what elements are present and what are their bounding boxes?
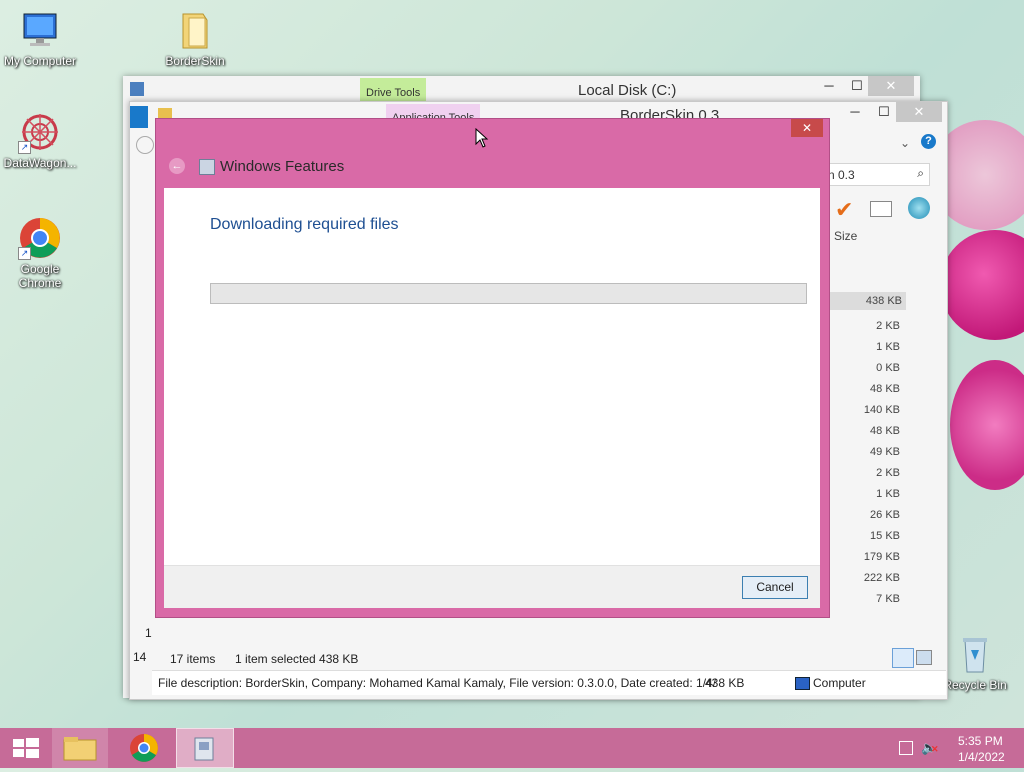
size-cell: 1 KB <box>876 341 900 353</box>
computer-icon <box>18 8 62 52</box>
desktop-icon-datawagon[interactable]: ↗ DataWagon... <box>0 110 80 170</box>
size-cell: 26 KB <box>870 509 900 521</box>
dialog-footer: Cancel <box>164 565 820 608</box>
ribbon-expand-icon[interactable]: ⌄ <box>900 136 910 150</box>
back-arrow-icon[interactable]: ← <box>169 158 185 174</box>
thumbnail-view-icon[interactable] <box>916 650 932 665</box>
status-item-count: 17 items <box>170 652 216 666</box>
nav-pane-number: 1 <box>145 626 152 640</box>
size-cell: 179 KB <box>863 551 900 563</box>
help-icon[interactable]: ? <box>921 134 936 149</box>
quick-access-icon[interactable] <box>130 82 144 96</box>
details-description: File description: BorderSkin, Company: M… <box>158 676 717 690</box>
size-cell: 1 KB <box>876 488 900 500</box>
start-button[interactable] <box>0 728 56 768</box>
wallpaper-flower <box>940 230 1024 340</box>
window-title: Local Disk (C:) <box>578 82 677 99</box>
size-cell: 48 KB <box>870 425 900 437</box>
size-column: 438 KB 2 KB 1 KB 0 KB 48 KB 140 KB 48 KB… <box>830 292 906 615</box>
nav-pane-number: 14 <box>133 650 147 664</box>
dialog-close-button[interactable]: ✕ <box>791 119 823 137</box>
size-cell: 438 KB <box>830 292 906 310</box>
shortcut-arrow-icon: ↗ <box>18 141 31 154</box>
status-selection: 1 item selected 438 KB <box>235 652 359 666</box>
details-size: 438 KB <box>705 676 745 690</box>
taskbar-windows-features-button[interactable] <box>176 728 234 768</box>
size-cell: 49 KB <box>870 446 900 458</box>
download-progress-bar <box>210 283 807 304</box>
close-button[interactable]: ✕ <box>868 76 914 96</box>
checkmark-icon[interactable]: ✔ <box>835 197 853 223</box>
clock-time[interactable]: 5:35 PM <box>958 734 1003 748</box>
windows-features-dialog: ✕ ← Windows Features Downloading require… <box>155 118 830 618</box>
close-button[interactable]: ✕ <box>896 102 942 122</box>
download-heading: Downloading required files <box>210 216 399 233</box>
size-cell: 2 KB <box>876 467 900 479</box>
shortcut-arrow-icon: ↗ <box>18 247 31 260</box>
desktop-icon-chrome[interactable]: ↗ Google Chrome <box>0 216 80 290</box>
cancel-button[interactable]: Cancel <box>742 576 808 599</box>
shell-icon[interactable] <box>908 197 930 219</box>
mute-x-icon: ✕ <box>931 744 939 754</box>
size-cell: 0 KB <box>876 362 900 374</box>
desktop-icon-label: My Computer <box>3 54 77 68</box>
datawagon-icon: ↗ <box>18 110 62 154</box>
clock-date[interactable]: 1/4/2022 <box>958 750 1005 764</box>
folder-icon <box>173 8 217 52</box>
desktop-icon-label: Google Chrome <box>18 262 62 290</box>
desktop-icon-my-computer[interactable]: My Computer <box>0 8 80 68</box>
taskbar-file-explorer-button[interactable] <box>52 728 108 768</box>
wallpaper-flower <box>950 360 1024 490</box>
search-box[interactable]: n 0.3 ⌕ <box>825 163 930 186</box>
desktop-icon-label: DataWagon... <box>3 156 77 170</box>
title-bar: Drive Tools Local Disk (C:) ─ ☐ ✕ <box>123 76 920 104</box>
taskbar-chrome-button[interactable] <box>116 728 172 768</box>
size-cell: 48 KB <box>870 383 900 395</box>
search-icon[interactable]: ⌕ <box>917 166 924 181</box>
windows-features-icon <box>199 159 215 175</box>
size-cell: 140 KB <box>863 404 900 416</box>
details-view-icon[interactable] <box>892 648 914 668</box>
nav-back-button[interactable] <box>136 136 154 154</box>
context-tab-drive-tools[interactable]: Drive Tools <box>360 78 427 102</box>
dialog-content: Downloading required files Cancel <box>164 188 820 608</box>
size-cell: 222 KB <box>863 572 900 584</box>
size-cell: 7 KB <box>876 593 900 605</box>
recycle-bin-icon <box>953 632 997 676</box>
taskbar: 🔈 ✕ 5:35 PM 1/4/2022 <box>0 728 1024 768</box>
ribbon-file-tab[interactable] <box>130 106 148 128</box>
network-icon[interactable] <box>899 741 913 755</box>
desktop-icon-borderskin[interactable]: BorderSkin <box>155 8 235 68</box>
details-bar: File description: BorderSkin, Company: M… <box>152 670 946 695</box>
size-cell: 15 KB <box>870 530 900 542</box>
desktop-icon-label: BorderSkin <box>165 54 225 68</box>
search-input[interactable]: n 0.3 <box>828 168 855 182</box>
rename-icon[interactable] <box>870 201 892 217</box>
column-header-size[interactable]: Size <box>834 229 857 243</box>
computer-small-icon <box>795 677 810 690</box>
dialog-title: Windows Features <box>220 158 345 175</box>
mouse-cursor-icon <box>475 128 489 148</box>
details-location: Computer <box>813 676 866 690</box>
chrome-icon: ↗ <box>18 216 62 260</box>
size-cell: 2 KB <box>876 320 900 332</box>
